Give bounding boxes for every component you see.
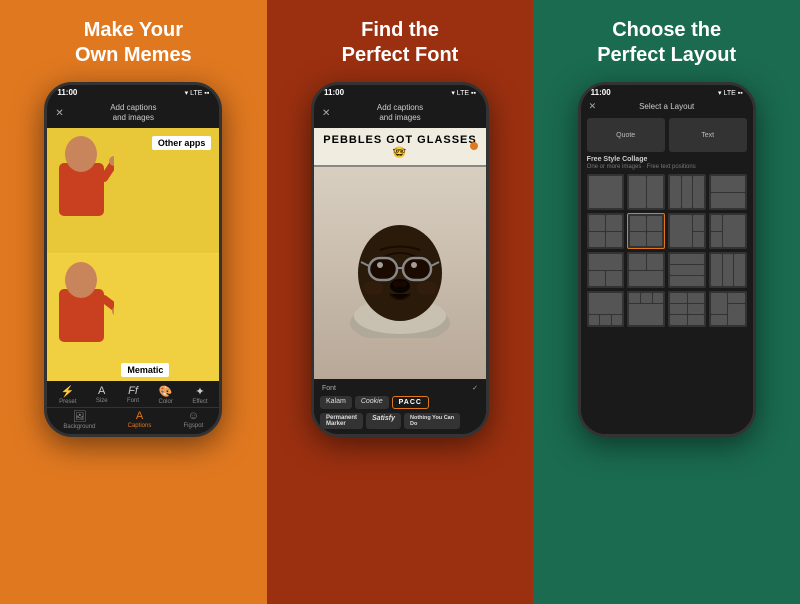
tab-captions[interactable]: A Captions xyxy=(128,410,152,430)
top-bar-title-2: Add captions and images xyxy=(377,103,423,124)
layout-section-title: Free Style Collage xyxy=(587,156,747,163)
meme-font-header: PEBBLES GOT GLASSES 🤓 xyxy=(314,128,486,167)
size-button[interactable]: A Size xyxy=(96,385,108,405)
layout-title: Select a Layout xyxy=(639,102,694,111)
layout-thumb-text[interactable]: Text xyxy=(669,118,747,152)
close-icon-2[interactable]: ✕ xyxy=(322,108,330,119)
layout-screen: Quote Text Free Style Collage One or mor… xyxy=(581,114,753,434)
pug-face-svg xyxy=(345,208,455,338)
drake-reject-figure xyxy=(49,128,114,216)
meme-label-top: Other apps xyxy=(152,136,212,150)
layout-cell-11[interactable] xyxy=(668,252,706,288)
top-bar-2: ✕ Add captions and images xyxy=(314,99,486,128)
layout-grid xyxy=(587,174,747,327)
meme-bottom-half: Mematic xyxy=(47,254,219,381)
font-option-cookie[interactable]: Cookie xyxy=(355,396,389,409)
layout-thumb-text-label: Text xyxy=(669,118,747,152)
panel-1-title: Make Your Own Memes xyxy=(75,18,192,68)
orange-dot xyxy=(470,142,478,150)
layout-cell-5[interactable] xyxy=(587,213,625,249)
font-button[interactable]: Ff Font xyxy=(127,385,139,405)
panel-2-title: Find the Perfect Font xyxy=(342,18,459,68)
status-icons-1: ▾ LTE ▪▪ xyxy=(185,89,210,97)
status-bar-3: 11:00 ▾ LTE ▪▪ xyxy=(581,85,753,99)
tab-background[interactable]: 🖼 Background xyxy=(63,410,95,430)
layout-cell-10[interactable] xyxy=(627,252,665,288)
tab-figspot[interactable]: ☺ Figspot xyxy=(184,410,204,430)
toolbar-tabs-row: 🖼 Background A Captions ☺ Figspot xyxy=(47,407,219,434)
meme-label-bottom: Mematic xyxy=(121,363,169,377)
pug-image xyxy=(314,167,486,379)
layout-cell-12[interactable] xyxy=(709,252,747,288)
font-screen: PEBBLES GOT GLASSES 🤓 xyxy=(314,128,486,434)
layout-cell-14[interactable] xyxy=(627,291,665,327)
font-option-permanent[interactable]: PermanentMarker xyxy=(320,413,363,429)
layout-cell-15[interactable] xyxy=(668,291,706,327)
panel-memes: Make Your Own Memes 11:00 ▾ LTE ▪▪ ✕ Add… xyxy=(0,0,267,604)
layout-cell-8[interactable] xyxy=(709,213,747,249)
meme-top-half: Other apps xyxy=(47,128,219,255)
panel-fonts: Find the Perfect Font 11:00 ▾ LTE ▪▪ ✕ A… xyxy=(267,0,534,604)
meme-image: Other apps Mematic xyxy=(47,128,219,381)
toolbar-icons-row: ⚡ Preset A Size Ff Font 🎨 Color xyxy=(47,381,219,407)
status-bar-2: 11:00 ▾ LTE ▪▪ xyxy=(314,85,486,99)
top-bar-title-1: Add captions and images xyxy=(110,103,156,124)
status-time-3: 11:00 xyxy=(591,88,611,97)
font-options-row: Kalam Cookie PACC xyxy=(318,394,482,411)
font-row-label: Font ✓ xyxy=(318,382,482,394)
font-toolbar: Font ✓ Kalam Cookie PACC PermanentMarker… xyxy=(314,379,486,434)
layout-cell-3[interactable] xyxy=(668,174,706,210)
meme-font-text: PEBBLES GOT GLASSES 🤓 xyxy=(318,134,482,159)
layout-title-bar: ✕ Select a Layout xyxy=(581,99,753,114)
panel-layout: Choose thePerfect Layout 11:00 ▾ LTE ▪▪ … xyxy=(533,0,800,604)
top-bar-1: ✕ Add captions and images xyxy=(47,99,219,128)
font-label: Font xyxy=(322,385,336,392)
meme-label-bottom-wrap: Mematic xyxy=(121,363,169,377)
color-button[interactable]: 🎨 Color xyxy=(159,385,173,405)
status-time-2: 11:00 xyxy=(324,88,344,97)
font-option-kalam[interactable]: Kalam xyxy=(320,396,352,409)
meme-font-image: PEBBLES GOT GLASSES 🤓 xyxy=(314,128,486,379)
meme-screen: Other apps Mematic xyxy=(47,128,219,434)
layout-cell-9[interactable] xyxy=(587,252,625,288)
close-icon-1[interactable]: ✕ xyxy=(55,108,63,119)
effect-button[interactable]: ✦ Effect xyxy=(192,385,207,405)
close-icon-3[interactable]: ✕ xyxy=(589,101,597,112)
font-option-nothing[interactable]: Nothing You CanDo xyxy=(404,413,460,429)
layout-cell-2[interactable] xyxy=(627,174,665,210)
font-options-row-2: PermanentMarker Satisfy Nothing You CanD… xyxy=(318,411,482,431)
layout-cell-16[interactable] xyxy=(709,291,747,327)
phone-2: 11:00 ▾ LTE ▪▪ ✕ Add captions and images… xyxy=(311,82,489,437)
layout-thumb-quote[interactable]: Quote xyxy=(587,118,665,152)
phone-1: 11:00 ▾ LTE ▪▪ ✕ Add captions and images xyxy=(44,82,222,437)
layout-section-sub: One or more images · Free text positions xyxy=(587,164,747,170)
panel-3-title: Choose thePerfect Layout xyxy=(597,18,736,68)
layout-thumb-quote-label: Quote xyxy=(587,118,665,152)
font-checkmark: ✓ xyxy=(472,384,478,392)
layout-top-row: Quote Text xyxy=(587,118,747,152)
preset-button[interactable]: ⚡ Preset xyxy=(59,385,76,405)
layout-content: Quote Text Free Style Collage One or mor… xyxy=(581,114,753,434)
status-time-1: 11:00 xyxy=(57,88,77,97)
layout-cell-1[interactable] xyxy=(587,174,625,210)
layout-cell-13[interactable] xyxy=(587,291,625,327)
font-option-satisfy[interactable]: Satisfy xyxy=(366,413,401,429)
layout-cell-7[interactable] xyxy=(668,213,706,249)
layout-cell-6[interactable] xyxy=(627,213,665,249)
font-option-pacc[interactable]: PACC xyxy=(392,396,429,409)
layout-cell-4[interactable] xyxy=(709,174,747,210)
drake-approve-figure xyxy=(49,254,114,342)
phone-3: 11:00 ▾ LTE ▪▪ ✕ Select a Layout Quote T… xyxy=(578,82,756,437)
bottom-toolbar-1: ⚡ Preset A Size Ff Font 🎨 Color xyxy=(47,381,219,434)
status-bar-1: 11:00 ▾ LTE ▪▪ xyxy=(47,85,219,99)
